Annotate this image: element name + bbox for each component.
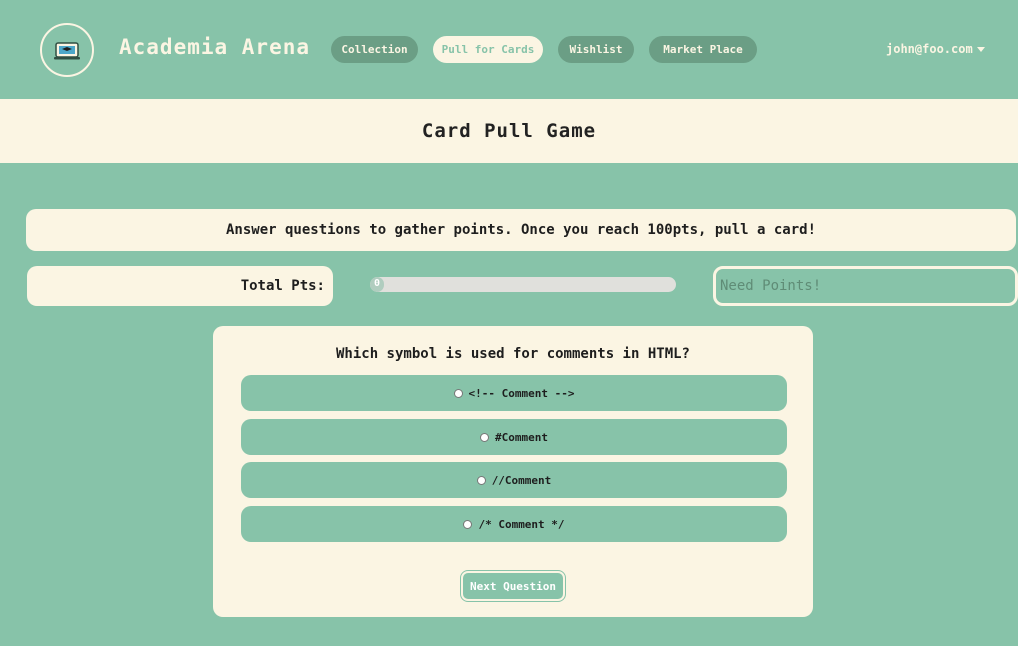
question-text: Which symbol is used for comments in HTM… bbox=[335, 346, 690, 362]
radio-button[interactable] bbox=[480, 432, 489, 442]
instructions-banner: Answer questions to gather points. Once … bbox=[26, 209, 1016, 251]
next-question-button[interactable]: Next Question bbox=[461, 571, 565, 601]
user-email: john@foo.com bbox=[886, 42, 973, 56]
graduation-laptop-logo-icon bbox=[54, 42, 80, 60]
progress-label: 0 bbox=[374, 278, 381, 289]
answer-option[interactable]: #Comment bbox=[241, 419, 787, 455]
nav-collection[interactable]: Collection bbox=[331, 36, 418, 63]
answer-option-label: <!-- Comment --> bbox=[468, 386, 575, 400]
total-points-label: Total Pts: bbox=[240, 278, 325, 294]
need-points-field[interactable] bbox=[713, 266, 1018, 306]
answer-option-label: #Comment bbox=[495, 430, 548, 444]
answer-option[interactable]: <!-- Comment --> bbox=[241, 375, 787, 411]
instructions-text: Answer questions to gather points. Once … bbox=[225, 222, 816, 238]
quiz-card: Which symbol is used for comments in HTM… bbox=[213, 326, 813, 617]
nav-wishlist[interactable]: Wishlist bbox=[558, 36, 634, 63]
page-title: Card Pull Game bbox=[421, 120, 597, 142]
total-points-box: Total Pts: bbox=[27, 266, 333, 306]
nav-market-place[interactable]: Market Place bbox=[649, 36, 757, 63]
user-menu[interactable]: john@foo.com bbox=[886, 42, 985, 56]
answer-option[interactable]: /* Comment */ bbox=[241, 506, 787, 542]
radio-button[interactable] bbox=[453, 388, 463, 398]
answer-option[interactable]: //Comment bbox=[241, 462, 787, 498]
points-progress-bar: 0 bbox=[370, 277, 676, 292]
radio-button[interactable] bbox=[463, 519, 473, 529]
nav-pull-for-cards[interactable]: Pull for Cards bbox=[433, 36, 543, 63]
navbar: Academia Arena Collection Pull for Cards… bbox=[0, 0, 1018, 99]
title-band: Card Pull Game bbox=[0, 99, 1018, 163]
logo[interactable] bbox=[40, 23, 94, 77]
answer-option-label: /* Comment */ bbox=[478, 517, 565, 531]
brand-title[interactable]: Academia Arena bbox=[119, 35, 310, 59]
radio-button[interactable] bbox=[476, 475, 486, 485]
caret-down-icon bbox=[976, 46, 985, 52]
answer-option-label: //Comment bbox=[491, 473, 552, 487]
